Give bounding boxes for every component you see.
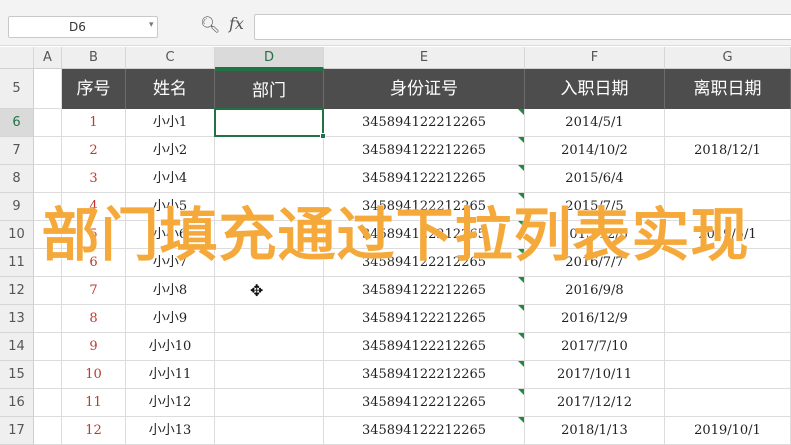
table-cell-join[interactable]: 2014/10/2 xyxy=(525,137,665,165)
cell-a6[interactable] xyxy=(34,109,62,137)
table-cell-name[interactable]: 小小10 xyxy=(126,333,215,361)
column-header-b[interactable]: B xyxy=(62,47,126,69)
table-cell-name[interactable]: 小小9 xyxy=(126,305,215,333)
table-cell-id[interactable]: 345894122212265 xyxy=(324,333,525,361)
table-cell-id[interactable]: 345894122212265 xyxy=(324,417,525,445)
table-cell-dept[interactable] xyxy=(215,305,324,333)
table-cell-leave[interactable] xyxy=(665,277,791,305)
table-cell-dept[interactable] xyxy=(215,277,324,305)
name-box[interactable]: D6 ▾ xyxy=(8,16,158,38)
overlay-caption: 部门填充通过下拉列表实现 xyxy=(41,201,750,269)
table-cell-id[interactable]: 345894122212265 xyxy=(324,361,525,389)
cell-a14[interactable] xyxy=(34,333,62,361)
row-header-15[interactable]: 15 xyxy=(0,361,34,389)
table-cell-seq[interactable]: 12 xyxy=(62,417,126,445)
table-cell-name[interactable]: 小小12 xyxy=(126,389,215,417)
table-cell-dept[interactable] xyxy=(215,389,324,417)
table-cell-name[interactable]: 小小11 xyxy=(126,361,215,389)
table-cell-seq[interactable]: 8 xyxy=(62,305,126,333)
table-header-seq[interactable]: 序号 xyxy=(62,69,126,109)
row-header-14[interactable]: 14 xyxy=(0,333,34,361)
table-cell-id[interactable]: 345894122212265 xyxy=(324,277,525,305)
cell-a16[interactable] xyxy=(34,389,62,417)
table-cell-id[interactable]: 345894122212265 xyxy=(324,389,525,417)
table-cell-name[interactable]: 小小13 xyxy=(126,417,215,445)
table-cell-join[interactable]: 2017/12/12 xyxy=(525,389,665,417)
table-cell-leave[interactable] xyxy=(665,333,791,361)
column-header-e[interactable]: E xyxy=(324,47,525,69)
table-header-id[interactable]: 身份证号 xyxy=(324,69,525,109)
table-header-name[interactable]: 姓名 xyxy=(126,69,215,109)
cell-a15[interactable] xyxy=(34,361,62,389)
table-cell-id[interactable]: 345894122212265 xyxy=(324,109,525,137)
table-cell-id[interactable]: 345894122212265 xyxy=(324,305,525,333)
select-all-corner[interactable] xyxy=(0,47,34,69)
row-header-7[interactable]: 7 xyxy=(0,137,34,165)
name-box-value: D6 xyxy=(69,20,86,34)
table-cell-seq[interactable]: 11 xyxy=(62,389,126,417)
column-header-c[interactable]: C xyxy=(126,47,215,69)
cell-a5[interactable] xyxy=(34,69,62,109)
table-cell-name[interactable]: 小小8 xyxy=(126,277,215,305)
column-header-d[interactable]: D xyxy=(215,47,324,69)
formula-input[interactable] xyxy=(254,14,791,40)
table-cell-leave[interactable]: 2019/10/1 xyxy=(665,417,791,445)
table-cell-join[interactable]: 2018/1/13 xyxy=(525,417,665,445)
table-cell-join[interactable]: 2016/9/8 xyxy=(525,277,665,305)
table-cell-dept[interactable] xyxy=(215,361,324,389)
table-cell-name[interactable]: 小小1 xyxy=(126,109,215,137)
cell-a12[interactable] xyxy=(34,277,62,305)
table-cell-join[interactable]: 2017/7/10 xyxy=(525,333,665,361)
row-header-16[interactable]: 16 xyxy=(0,389,34,417)
table-cell-name[interactable]: 小小2 xyxy=(126,137,215,165)
table-cell-dept[interactable] xyxy=(215,333,324,361)
zoom-icon[interactable]: 🔍︎ xyxy=(200,15,220,34)
cell-a17[interactable] xyxy=(34,417,62,445)
table-cell-join[interactable]: 2014/5/1 xyxy=(525,109,665,137)
table-cell-id[interactable]: 345894122212265 xyxy=(324,137,525,165)
cell-a13[interactable] xyxy=(34,305,62,333)
column-header-g[interactable]: G xyxy=(665,47,791,69)
table-header-join[interactable]: 入职日期 xyxy=(525,69,665,109)
table-cell-leave[interactable] xyxy=(665,109,791,137)
table-cell-seq[interactable]: 10 xyxy=(62,361,126,389)
table-cell-seq[interactable]: 9 xyxy=(62,333,126,361)
table-cell-dept[interactable] xyxy=(215,137,324,165)
table-cell-leave[interactable]: 2018/12/1 xyxy=(665,137,791,165)
table-cell-seq[interactable]: 1 xyxy=(62,109,126,137)
table-cell-seq[interactable]: 7 xyxy=(62,277,126,305)
table-cell-dept[interactable] xyxy=(215,109,324,137)
table-header-leave[interactable]: 离职日期 xyxy=(665,69,791,109)
formula-bar: D6 ▾ 🔍︎ fx xyxy=(0,0,791,46)
fx-icon[interactable]: fx xyxy=(229,14,244,33)
table-cell-join[interactable]: 2017/10/11 xyxy=(525,361,665,389)
table-cell-join[interactable]: 2016/12/9 xyxy=(525,305,665,333)
row-header-13[interactable]: 13 xyxy=(0,305,34,333)
column-header-f[interactable]: F xyxy=(525,47,665,69)
table-cell-dept[interactable] xyxy=(215,417,324,445)
row-header-5[interactable]: 5 xyxy=(0,69,34,109)
chevron-down-icon[interactable]: ▾ xyxy=(149,20,154,30)
cell-cursor-icon: ✥ xyxy=(250,281,264,300)
row-header-12[interactable]: 12 xyxy=(0,277,34,305)
cell-a7[interactable] xyxy=(34,137,62,165)
row-header-6[interactable]: 6 xyxy=(0,109,34,137)
table-cell-seq[interactable]: 2 xyxy=(62,137,126,165)
table-cell-leave[interactable] xyxy=(665,389,791,417)
table-cell-leave[interactable] xyxy=(665,305,791,333)
column-header-row: ABCDEFG xyxy=(0,47,791,69)
table-header-dept[interactable]: 部门 xyxy=(215,69,324,109)
table-cell-leave[interactable] xyxy=(665,361,791,389)
column-header-a[interactable]: A xyxy=(34,47,62,69)
row-header-17[interactable]: 17 xyxy=(0,417,34,445)
